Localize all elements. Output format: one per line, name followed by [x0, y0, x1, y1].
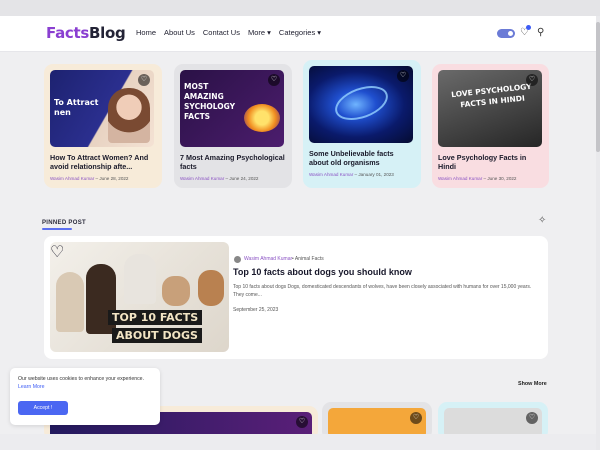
site-logo[interactable]: FactsBlog: [46, 24, 126, 42]
card-title[interactable]: 7 Most Amazing Psychological facts: [180, 153, 286, 172]
accept-cookies-button[interactable]: Accept !: [18, 401, 68, 415]
site-header: FactsBlog Home About Us Contact Us More …: [0, 16, 596, 52]
card-meta: Wasim Ahmad Kumar – June 24, 2022: [180, 175, 259, 181]
nav-home[interactable]: Home: [136, 28, 156, 37]
card-date: June 28, 2022: [99, 175, 129, 181]
pinned-author[interactable]: Wasim Ahmad Kumar: [244, 256, 292, 262]
card-author[interactable]: Wasim Ahmad Kumar: [309, 172, 353, 177]
featured-card-1[interactable]: To Attract nen ♡ How To Attract Women? A…: [44, 64, 162, 188]
pinned-category[interactable]: • Animal Facts: [292, 256, 324, 262]
card-meta: Wasim Ahmad Kumar – June 30, 2022: [438, 175, 517, 181]
learn-more-link[interactable]: Learn More: [18, 384, 45, 390]
pinned-title[interactable]: Top 10 facts about dogs you should know: [233, 267, 412, 277]
cookie-text: Our website uses cookies to enhance your…: [18, 376, 145, 382]
heading-underline: [42, 228, 72, 230]
image-caption-line-2: ABOUT DOGS: [112, 328, 202, 343]
author-avatar: [234, 256, 241, 263]
heart-icon[interactable]: ♡: [520, 25, 531, 38]
dog-3: [124, 254, 156, 304]
nav-more[interactable]: More ▾: [248, 28, 271, 37]
cookie-message: Our website uses cookies to enhance your…: [18, 376, 154, 392]
save-heart-icon[interactable]: ♡: [50, 244, 64, 261]
organism-glow: [330, 79, 393, 127]
card-date: June 24, 2022: [229, 175, 259, 181]
card-thumbnail[interactable]: MOST AMAZING SYCHOLOGY FACTS ♡: [180, 70, 284, 147]
pinned-excerpt: Top 10 facts about dogs Dogs, domesticat…: [233, 284, 532, 298]
theme-toggle[interactable]: [497, 29, 515, 38]
card-title[interactable]: How To Attract Women? And avoid relation…: [50, 153, 156, 172]
main-nav: Home About Us Contact Us More ▾ Categori…: [136, 28, 321, 37]
card-date: June 30, 2022: [487, 175, 517, 181]
card-meta: Wasim Ahmad Kumar – January 01, 2023: [309, 171, 394, 177]
scrollbar-thumb[interactable]: [596, 22, 600, 152]
nav-categories[interactable]: Categories ▾: [279, 28, 321, 37]
show-more-link[interactable]: Show More: [518, 381, 547, 387]
pinned-post-heading: PINNED POST: [42, 220, 86, 226]
card-author[interactable]: Wasim Ahmad Kumar: [438, 176, 482, 181]
thumbnail-caption: To Attract nen: [54, 98, 99, 118]
nav-about[interactable]: About Us: [164, 28, 195, 37]
save-heart-icon[interactable]: ♡: [397, 70, 409, 82]
brain-graphic: [244, 104, 280, 132]
image-caption-line-1: TOP 10 FACTS: [108, 310, 203, 325]
save-heart-icon[interactable]: ♡: [526, 74, 538, 86]
save-heart-icon[interactable]: ♡: [138, 74, 150, 86]
woman-photo: [108, 88, 150, 143]
search-icon[interactable]: ⚲: [537, 27, 544, 38]
pinned-date: September 25, 2023: [233, 307, 279, 313]
logo-part-1: Facts: [46, 24, 89, 42]
card-title[interactable]: Love Psychology Facts in Hindi: [438, 153, 543, 172]
pinned-post-image[interactable]: TOP 10 FACTS ABOUT DOGS ♡: [50, 242, 229, 352]
cookie-banner: Our website uses cookies to enhance your…: [10, 368, 160, 425]
card-title[interactable]: Some Unbelievable facts about old organi…: [309, 149, 415, 168]
dog-4: [162, 276, 190, 306]
browser-bottom-strip: [0, 434, 596, 450]
dog-1: [56, 272, 84, 332]
save-heart-icon[interactable]: ♡: [526, 412, 538, 424]
notification-dot: [526, 25, 531, 30]
save-heart-icon[interactable]: ♡: [268, 74, 280, 86]
card-author[interactable]: Wasim Ahmad Kumar: [50, 176, 94, 181]
browser-top-strip: [0, 0, 600, 16]
sparkle-icon[interactable]: ✧: [538, 215, 546, 226]
card-thumbnail[interactable]: To Attract nen ♡: [50, 70, 154, 147]
card-thumbnail[interactable]: ♡: [309, 66, 413, 143]
card-meta: Wasim Ahmad Kumar – June 28, 2022: [50, 175, 129, 181]
logo-part-2: Blog: [88, 24, 126, 42]
dog-5: [198, 270, 224, 306]
save-heart-icon[interactable]: ♡: [410, 412, 422, 424]
save-heart-icon[interactable]: ♡: [296, 416, 308, 428]
featured-card-2[interactable]: MOST AMAZING SYCHOLOGY FACTS ♡ 7 Most Am…: [174, 64, 292, 188]
thumbnail-caption: LOVE PSYCHOLOGY FACTS IN HINDI: [450, 81, 532, 109]
featured-card-4[interactable]: LOVE PSYCHOLOGY FACTS IN HINDI ♡ Love Ps…: [432, 64, 549, 188]
card-thumbnail[interactable]: LOVE PSYCHOLOGY FACTS IN HINDI ♡: [438, 70, 542, 147]
nav-contact[interactable]: Contact Us: [203, 28, 240, 37]
featured-card-3[interactable]: ♡ Some Unbelievable facts about old orga…: [303, 60, 421, 188]
thumbnail-caption: MOST AMAZING SYCHOLOGY FACTS: [184, 82, 236, 122]
card-author[interactable]: Wasim Ahmad Kumar: [180, 176, 224, 181]
card-date: January 01, 2023: [358, 171, 394, 177]
